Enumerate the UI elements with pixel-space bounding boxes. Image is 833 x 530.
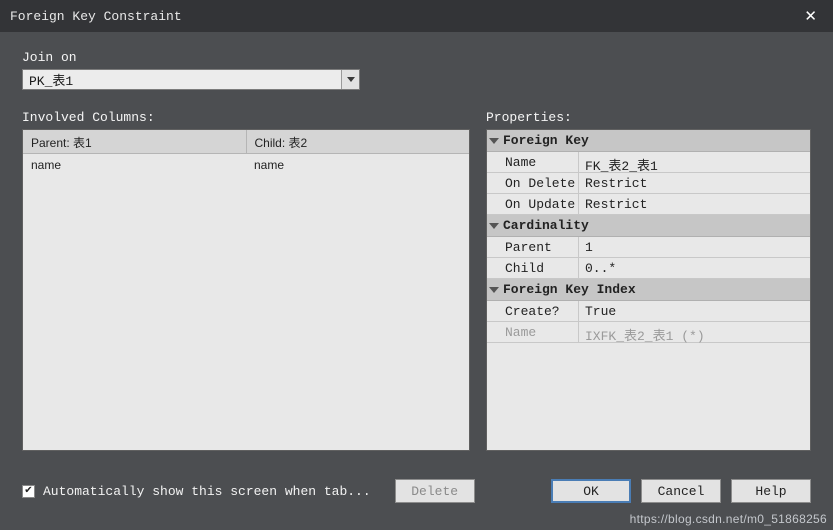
prop-value: 1 xyxy=(579,237,810,257)
prop-value: 0..* xyxy=(579,258,810,278)
properties-label: Properties: xyxy=(486,110,811,125)
delete-button: Delete xyxy=(395,479,475,503)
collapse-icon xyxy=(489,223,499,229)
footer-right: OK Cancel Help xyxy=(551,479,811,503)
involved-columns-table: Parent: 表1 Child: 表2 name name xyxy=(22,129,470,451)
table-header-row: Parent: 表1 Child: 表2 xyxy=(23,130,469,154)
group-title: Foreign Key Index xyxy=(503,282,636,297)
group-foreign-key[interactable]: Foreign Key xyxy=(487,130,810,152)
prop-value: IXFK_表2_表1 (*) xyxy=(579,322,810,342)
prop-value: Restrict xyxy=(579,194,810,214)
collapse-icon xyxy=(489,287,499,293)
prop-row-create[interactable]: Create? True xyxy=(487,301,810,322)
help-button[interactable]: Help xyxy=(731,479,811,503)
chevron-down-icon xyxy=(341,70,359,89)
prop-row-name[interactable]: Name FK_表2_表1 xyxy=(487,152,810,173)
watermark-text: https://blog.csdn.net/m0_51868256 xyxy=(630,512,827,526)
prop-row-on-delete[interactable]: On Delete Restrict xyxy=(487,173,810,194)
prop-value: FK_表2_表1 xyxy=(579,152,810,172)
prop-label: On Update xyxy=(487,194,579,214)
prop-value: True xyxy=(579,301,810,321)
properties-grid: Foreign Key Name FK_表2_表1 On Delete Rest… xyxy=(486,129,811,451)
auto-show-checkbox[interactable]: ✔ xyxy=(22,485,35,498)
involved-columns-label: Involved Columns: xyxy=(22,110,470,125)
group-title: Foreign Key xyxy=(503,133,589,148)
join-on-value: PK_表1 xyxy=(29,70,73,89)
titlebar: Foreign Key Constraint ✕ xyxy=(0,0,833,32)
prop-label: On Delete xyxy=(487,173,579,193)
dialog-content: Join on PK_表1 Involved Columns: Parent: … xyxy=(0,32,833,513)
table-row[interactable]: name name xyxy=(23,154,469,178)
group-title: Cardinality xyxy=(503,218,589,233)
group-cardinality[interactable]: Cardinality xyxy=(487,215,810,237)
join-on-dropdown[interactable]: PK_表1 xyxy=(22,69,360,90)
prop-row-parent[interactable]: Parent 1 xyxy=(487,237,810,258)
prop-label: Name xyxy=(487,322,579,342)
parent-cell: name xyxy=(23,154,246,178)
auto-show-label: Automatically show this screen when tab.… xyxy=(43,484,371,499)
prop-label: Child xyxy=(487,258,579,278)
child-cell: name xyxy=(246,154,469,178)
ok-button[interactable]: OK xyxy=(551,479,631,503)
footer-left: ✔ Automatically show this screen when ta… xyxy=(22,479,475,503)
prop-label: Create? xyxy=(487,301,579,321)
close-icon[interactable]: ✕ xyxy=(798,5,823,27)
child-column-header[interactable]: Child: 表2 xyxy=(247,130,470,154)
cancel-button[interactable]: Cancel xyxy=(641,479,721,503)
join-on-label: Join on xyxy=(22,50,811,65)
prop-label: Parent xyxy=(487,237,579,257)
prop-row-index-name: Name IXFK_表2_表1 (*) xyxy=(487,322,810,343)
prop-row-child[interactable]: Child 0..* xyxy=(487,258,810,279)
prop-row-on-update[interactable]: On Update Restrict xyxy=(487,194,810,215)
parent-column-header[interactable]: Parent: 表1 xyxy=(23,130,247,154)
collapse-icon xyxy=(489,138,499,144)
prop-label: Name xyxy=(487,152,579,172)
group-foreign-key-index[interactable]: Foreign Key Index xyxy=(487,279,810,301)
window-title: Foreign Key Constraint xyxy=(10,9,798,24)
prop-value: Restrict xyxy=(579,173,810,193)
